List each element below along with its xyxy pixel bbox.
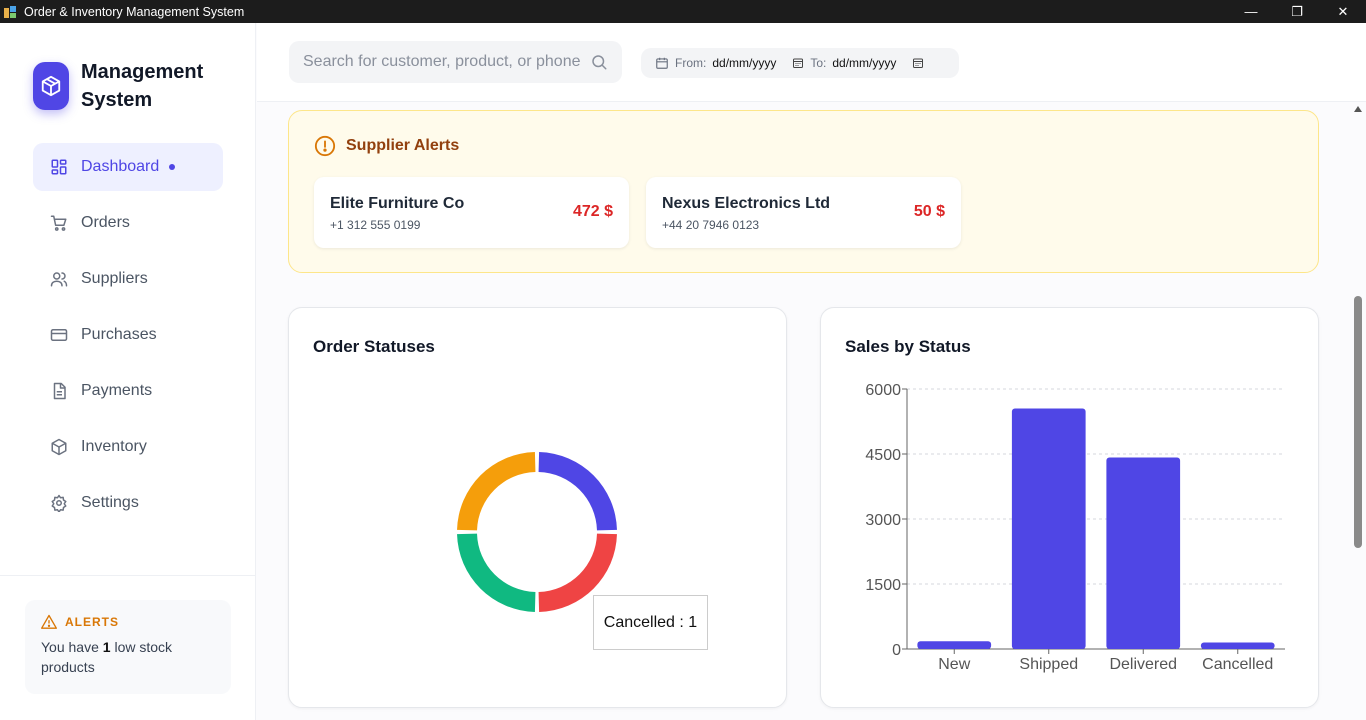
- package-icon: [49, 437, 69, 457]
- app-icon: [4, 5, 16, 18]
- search-input[interactable]: [303, 53, 590, 71]
- users-icon: [49, 269, 69, 289]
- date-from-label: From:: [675, 56, 707, 70]
- donut-slice[interactable]: [457, 452, 536, 531]
- sidebar-divider: [0, 575, 256, 576]
- sidebar-item-settings[interactable]: Settings: [33, 479, 223, 527]
- sidebar-item-inventory[interactable]: Inventory: [33, 423, 223, 471]
- date-from-input[interactable]: dd/mm/yyyy: [712, 56, 776, 70]
- y-tick-label: 4500: [865, 447, 901, 464]
- active-indicator: [169, 164, 176, 170]
- calendar-icon[interactable]: [655, 56, 669, 70]
- bar[interactable]: [1106, 457, 1181, 649]
- supplier-phone: +1 312 555 0199: [330, 218, 421, 232]
- sidebar-item-label: Inventory: [81, 438, 147, 455]
- box-icon: [33, 62, 69, 110]
- bar[interactable]: [1011, 408, 1086, 650]
- sidebar-nav: Dashboard Orders Suppliers Purchases Pay…: [33, 143, 223, 535]
- y-tick-label: 6000: [865, 382, 901, 399]
- minimize-button[interactable]: —: [1228, 0, 1274, 23]
- alerts-text-prefix: You have: [41, 639, 99, 655]
- sidebar-item-dashboard[interactable]: Dashboard: [33, 143, 223, 191]
- grid-icon: [49, 157, 69, 177]
- bar[interactable]: [1200, 642, 1275, 650]
- maximize-button[interactable]: ❐: [1274, 0, 1320, 23]
- x-tick-label: Delivered: [1109, 656, 1177, 673]
- brand-name: Management System: [81, 61, 204, 111]
- search-icon[interactable]: [590, 53, 608, 71]
- supplier-amount: 472 $: [572, 203, 613, 220]
- alerts-count: 1: [102, 639, 111, 655]
- sidebar-item-label: Purchases: [81, 326, 157, 343]
- x-tick-label: Cancelled: [1202, 656, 1273, 673]
- sidebar-item-suppliers[interactable]: Suppliers: [33, 255, 223, 303]
- calendar-picker-icon[interactable]: [912, 57, 924, 69]
- scroll-up-arrow[interactable]: [1354, 106, 1362, 112]
- window-title: Order & Inventory Management System: [24, 4, 245, 19]
- sidebar-item-purchases[interactable]: Purchases: [33, 311, 223, 359]
- alert-circle-icon: [314, 135, 336, 157]
- y-tick-label: 3000: [865, 512, 901, 529]
- alerts-title: ALERTS: [41, 614, 215, 629]
- document-icon: [49, 381, 69, 401]
- y-tick-label: 1500: [865, 577, 901, 594]
- supplier-name: Elite Furniture Co: [330, 195, 465, 212]
- sales-by-status-bar-chart: 0 1500 3000 4500 6000 New Shipped Delivered Canc…: [865, 382, 1285, 673]
- supplier-alerts-title: Supplier Alerts: [314, 135, 459, 157]
- main-scrollbar[interactable]: [1350, 102, 1366, 720]
- alerts-text: You have 1 low stock products: [41, 637, 215, 677]
- warning-icon: [41, 614, 57, 629]
- close-button[interactable]: ✕: [1320, 0, 1366, 23]
- date-to-input[interactable]: dd/mm/yyyy: [832, 56, 896, 70]
- window-titlebar: Order & Inventory Management System — ❐ …: [0, 0, 1366, 23]
- supplier-phone: +44 20 7946 0123: [662, 218, 760, 232]
- donut-slice[interactable]: [538, 452, 617, 531]
- x-tick-label: Shipped: [1019, 656, 1078, 673]
- order-statuses-panel: Order Statuses Cancelled : 1: [288, 307, 787, 708]
- brand: Management System: [33, 58, 221, 114]
- sidebar-item-label: Orders: [81, 214, 130, 231]
- donut-slice[interactable]: [457, 533, 536, 612]
- low-stock-alerts: ALERTS You have 1 low stock products: [25, 600, 231, 694]
- card-icon: [49, 325, 69, 345]
- sales-by-status-panel: Sales by Status 0 1500 3000 4500 6000 New Ship…: [820, 307, 1319, 708]
- sidebar-item-label: Payments: [81, 382, 153, 399]
- y-tick-label: 0: [892, 642, 901, 659]
- order-statuses-donut-chart: [457, 452, 617, 612]
- sidebar-item-label: Dashboard: [81, 158, 160, 175]
- x-tick-label: New: [938, 656, 970, 673]
- alerts-title-text: ALERTS: [65, 614, 119, 629]
- header: From: dd/mm/yyyy To: dd/mm/yyyy: [257, 23, 1366, 102]
- supplier-alerts: Supplier Alerts Elite Furniture Co +1 31…: [288, 110, 1319, 273]
- supplier-card[interactable]: Nexus Electronics Ltd +44 20 7946 0123 5…: [646, 177, 961, 248]
- supplier-name: Nexus Electronics Ltd: [662, 195, 831, 212]
- bar[interactable]: [917, 641, 992, 649]
- dashboard-main: Supplier Alerts Elite Furniture Co +1 31…: [257, 102, 1350, 720]
- scroll-thumb[interactable]: [1354, 296, 1362, 548]
- sidebar: Management System Dashboard Orders Suppl…: [0, 23, 256, 720]
- calendar-picker-icon[interactable]: [792, 57, 804, 69]
- supplier-alerts-title-text: Supplier Alerts: [346, 137, 460, 154]
- sidebar-item-orders[interactable]: Orders: [33, 199, 223, 247]
- supplier-card[interactable]: Elite Furniture Co +1 312 555 0199 472 $: [314, 177, 629, 248]
- chart-tooltip: Cancelled : 1: [593, 595, 708, 650]
- sidebar-item-label: Settings: [81, 494, 139, 511]
- date-range-filter: From: dd/mm/yyyy To: dd/mm/yyyy: [641, 48, 959, 78]
- cart-icon: [49, 213, 69, 233]
- search-bar: [289, 41, 622, 83]
- gear-icon: [49, 493, 69, 513]
- sidebar-item-label: Suppliers: [81, 270, 148, 287]
- sidebar-item-payments[interactable]: Payments: [33, 367, 223, 415]
- date-to-label: To:: [810, 56, 827, 70]
- supplier-amount: 50 $: [913, 203, 945, 220]
